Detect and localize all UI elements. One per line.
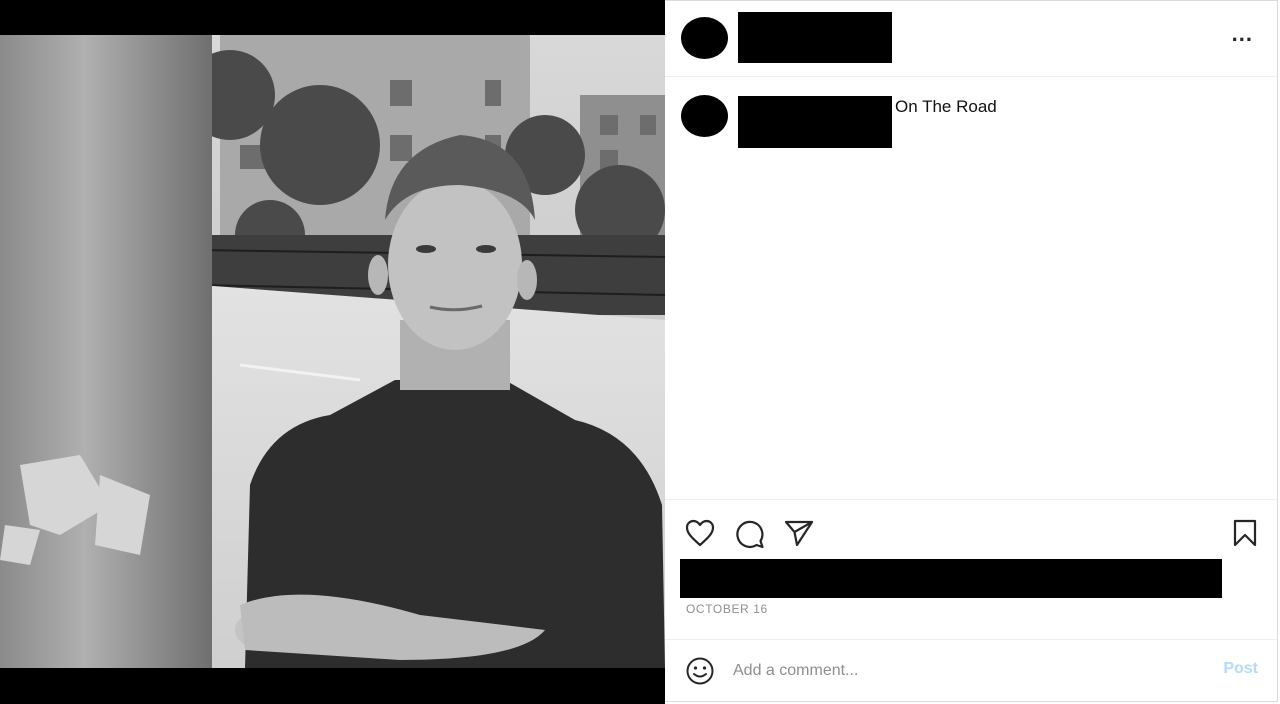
post-date: OCTOBER 16: [686, 602, 768, 616]
author-avatar[interactable]: [681, 17, 728, 59]
paper-plane-icon[interactable]: [784, 519, 814, 547]
post-image-panel[interactable]: [0, 0, 665, 704]
add-comment-bar: Post: [665, 639, 1277, 703]
heart-icon[interactable]: [685, 519, 715, 547]
likes-count-redacted[interactable]: [680, 559, 1222, 598]
emoji-smiley-icon[interactable]: [685, 656, 715, 686]
post-photo: [0, 35, 665, 668]
caption-avatar[interactable]: [681, 95, 728, 137]
post-caption: On The Road: [895, 97, 997, 116]
post-actions: OCTOBER 16: [665, 499, 1277, 640]
bookmark-icon[interactable]: [1233, 519, 1257, 547]
post-header: ...: [665, 1, 1277, 77]
more-options-icon[interactable]: ...: [1232, 23, 1253, 45]
author-username-redacted[interactable]: [738, 12, 892, 63]
comment-bubble-icon[interactable]: [734, 518, 765, 549]
post-details-panel: ... On The Road OCTOBER 16 Post: [665, 0, 1278, 702]
comment-input[interactable]: [733, 658, 1193, 684]
caption-username-redacted[interactable]: [738, 96, 892, 148]
post-comment-button[interactable]: Post: [1223, 660, 1258, 678]
